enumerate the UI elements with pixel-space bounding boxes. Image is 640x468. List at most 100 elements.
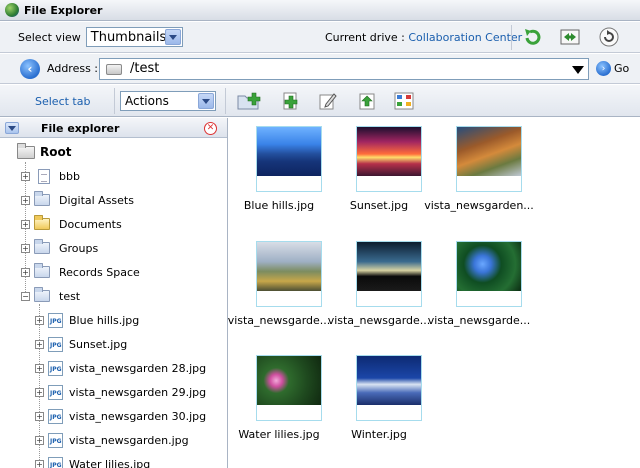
thumbnail-item[interactable]: vista_newsgarde... — [328, 233, 430, 343]
tree-item-label: Documents — [59, 217, 122, 231]
jpg-file-icon — [48, 360, 63, 376]
expand-icon[interactable]: + — [35, 387, 44, 397]
address-input[interactable]: /test — [99, 58, 589, 80]
tree-item-label: Records Space — [59, 265, 140, 279]
thumbnail-item[interactable]: Winter.jpg — [329, 347, 429, 457]
address-bar: ‹ Address : /test › Go — [0, 54, 640, 84]
tree-item-digital-assets[interactable]: + Digital Assets — [21, 191, 134, 209]
expand-icon[interactable]: + — [35, 435, 44, 445]
thumbnail-grid: Blue hills.jpg Sunset.jpg vista_newsgard… — [228, 118, 640, 468]
thumbnail-frame — [356, 241, 422, 307]
tree-title: File explorer — [41, 122, 120, 135]
expand-icon[interactable]: + — [35, 411, 44, 421]
expand-icon[interactable]: + — [21, 171, 30, 181]
tree-item-label: Digital Assets — [59, 193, 134, 207]
tree-file-item[interactable]: + Blue hills.jpg — [35, 311, 139, 329]
thumbnail-item[interactable]: Sunset.jpg — [329, 118, 429, 228]
jpg-file-icon — [48, 456, 63, 468]
actions-toolbar: Select tab Actions — [0, 85, 640, 117]
address-value: /test — [130, 61, 160, 76]
thumbnail-frame — [456, 126, 522, 192]
tree-file-item[interactable]: + Water lilies.jpg — [35, 455, 150, 468]
tree-item-bbb[interactable]: + bbb — [21, 167, 80, 185]
move-icon[interactable] — [557, 24, 583, 50]
thumbnail-item[interactable]: Water lilies.jpg — [229, 347, 329, 457]
file-explorer-tree: File explorer ✕ Root + bbb + Digital Ass… — [0, 118, 228, 468]
tree-file-item[interactable]: + vista_newsgarden 28.jpg — [35, 359, 206, 377]
collapse-node-icon[interactable]: − — [21, 291, 30, 301]
go-button[interactable]: › Go — [596, 61, 629, 76]
view-select[interactable]: Thumbnails — [85, 27, 183, 47]
tree-root[interactable]: Root — [17, 142, 71, 161]
chevron-down-icon[interactable] — [198, 93, 214, 109]
jpg-file-icon — [48, 384, 63, 400]
thumbnail-frame — [456, 241, 522, 307]
chevron-down-icon[interactable] — [164, 29, 181, 45]
reload-circle-icon[interactable] — [596, 24, 622, 50]
thumbnail-item[interactable]: vista_newsgarde... — [428, 233, 530, 343]
tree-file-label: Water lilies.jpg — [69, 457, 151, 468]
thumbnail-frame — [356, 126, 422, 192]
select-view-label: Select view — [18, 30, 81, 44]
tree-header: File explorer ✕ — [0, 118, 227, 138]
thumbnail-image — [357, 356, 421, 405]
folder-icon — [17, 142, 35, 159]
jpg-file-icon — [48, 336, 63, 352]
expand-icon[interactable]: + — [21, 267, 30, 277]
actions-select-value: Actions — [125, 94, 169, 108]
edit-icon[interactable] — [315, 88, 341, 114]
tree-file-item[interactable]: + vista_newsgarden 29.jpg — [35, 383, 206, 401]
jpg-file-icon — [48, 408, 63, 424]
thumbnail-image — [257, 242, 321, 291]
thumbnail-image — [257, 127, 321, 176]
thumbnail-item[interactable]: vista_newsgarde... — [228, 233, 330, 343]
folder-icon — [34, 239, 50, 254]
tree-item-records-space[interactable]: + Records Space — [21, 263, 140, 281]
tree-item-label: test — [59, 289, 81, 303]
expand-icon[interactable]: + — [35, 459, 44, 468]
view-toolbar: Select view Thumbnails Current drive : C… — [0, 22, 640, 53]
tree-item-groups[interactable]: + Groups — [21, 239, 98, 257]
folder-icon — [34, 263, 50, 278]
go-arrow-icon: › — [596, 61, 611, 76]
folder-icon — [34, 191, 50, 206]
tree-file-label: Sunset.jpg — [69, 337, 128, 351]
expand-icon[interactable]: + — [35, 339, 44, 349]
expand-icon[interactable]: + — [21, 195, 30, 205]
tree-item-label: Groups — [59, 241, 99, 255]
tree-file-label: vista_newsgarden 29.jpg — [69, 385, 207, 399]
jpg-file-icon — [48, 432, 63, 448]
close-icon[interactable]: ✕ — [204, 122, 217, 135]
tree-item-label: bbb — [59, 169, 80, 183]
expand-icon[interactable]: + — [21, 219, 30, 229]
add-folder-icon[interactable] — [236, 88, 262, 114]
tree-file-item[interactable]: + Sunset.jpg — [35, 335, 127, 353]
thumbnail-frame — [256, 355, 322, 421]
actions-select[interactable]: Actions — [120, 91, 216, 111]
tree-file-label: vista_newsgarden 28.jpg — [69, 361, 207, 375]
current-drive-link[interactable]: Collaboration Center — [408, 31, 522, 44]
expand-icon[interactable]: + — [35, 315, 44, 325]
back-arrow-icon[interactable]: ‹ — [20, 59, 40, 79]
tree-item-test[interactable]: − test — [21, 287, 80, 305]
thumbnail-image — [357, 127, 421, 176]
expand-icon[interactable]: + — [21, 243, 30, 253]
tree-file-label: Blue hills.jpg — [69, 313, 140, 327]
chevron-down-icon[interactable] — [572, 66, 584, 74]
refresh-green-icon[interactable] — [520, 24, 546, 50]
thumbnail-item[interactable]: vista_newsgarden... — [424, 118, 534, 228]
tree-item-documents[interactable]: + Documents — [21, 215, 122, 233]
expand-icon[interactable]: + — [35, 363, 44, 373]
tree-file-item[interactable]: + vista_newsgarden.jpg — [35, 431, 189, 449]
thumbnail-item[interactable]: Blue hills.jpg — [229, 118, 329, 228]
upload-icon[interactable] — [354, 88, 380, 114]
tree-file-item[interactable]: + vista_newsgarden 30.jpg — [35, 407, 206, 425]
select-tab-link[interactable]: Select tab — [35, 95, 90, 108]
globe-icon — [5, 3, 19, 17]
collapse-icon[interactable] — [5, 122, 19, 134]
current-drive-label: Current drive : — [325, 31, 405, 44]
add-document-icon[interactable] — [278, 88, 304, 114]
drive-icon — [106, 64, 122, 75]
thumbnail-image — [357, 242, 421, 291]
sitemap-icon[interactable] — [391, 88, 417, 114]
